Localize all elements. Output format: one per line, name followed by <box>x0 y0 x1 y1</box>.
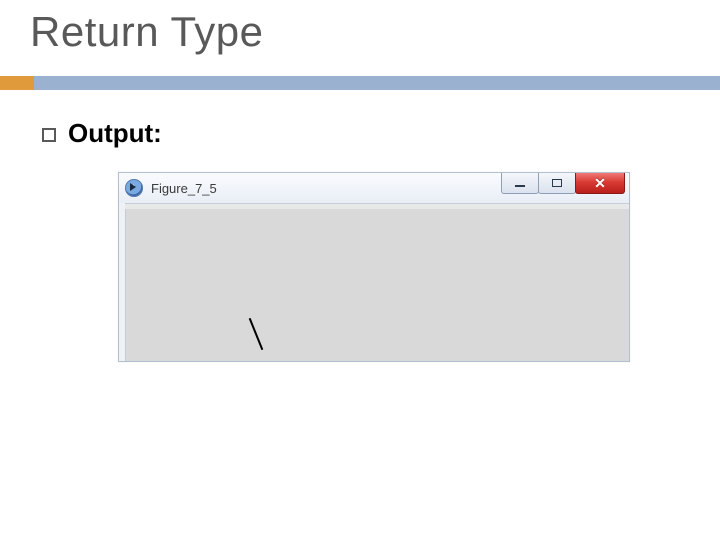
accent-bar-orange <box>0 76 34 90</box>
minimize-button[interactable] <box>501 173 539 194</box>
maximize-icon <box>552 179 562 187</box>
bullet-row: Output: <box>42 118 162 149</box>
bullet-square-icon <box>42 128 56 142</box>
bullet-text: Output: <box>68 118 162 149</box>
window-title: Figure_7_5 <box>151 181 217 196</box>
accent-bar <box>0 76 720 90</box>
maximize-button[interactable] <box>538 173 576 194</box>
window-titlebar: Figure_7_5 ✕ <box>119 173 629 204</box>
slide: Return Type Output: Figure_7_5 ✕ <box>0 0 720 540</box>
backslash-glyph <box>248 319 264 347</box>
close-button[interactable]: ✕ <box>575 173 625 194</box>
window-controls: ✕ <box>502 173 625 194</box>
close-icon: ✕ <box>594 176 606 190</box>
app-play-icon <box>125 179 143 197</box>
minimize-icon <box>515 185 525 187</box>
slide-title: Return Type <box>30 8 264 56</box>
window-client-area <box>125 209 629 361</box>
output-window: Figure_7_5 ✕ <box>118 172 630 362</box>
